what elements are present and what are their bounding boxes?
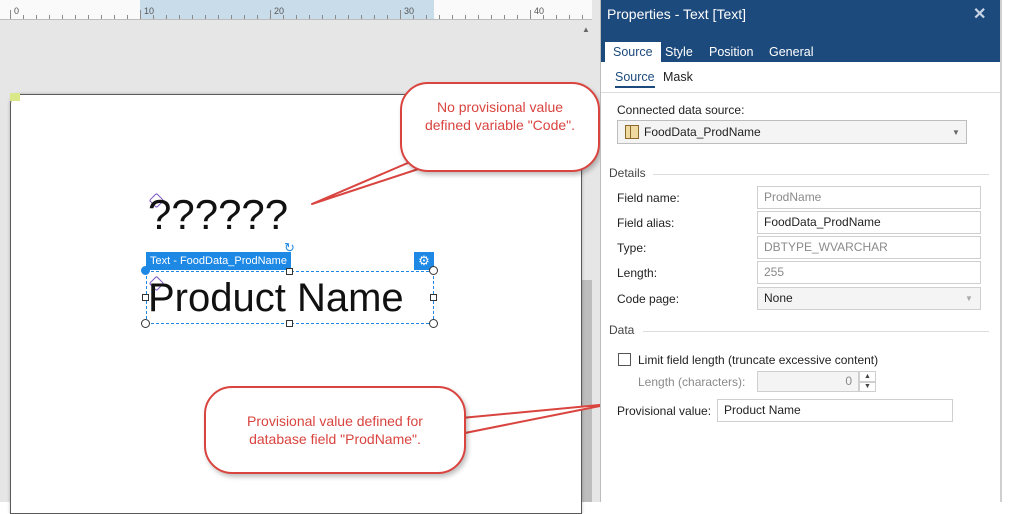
- connected-source-dropdown[interactable]: FoodData_ProdName: [617, 120, 967, 144]
- field-name-label: Field name:: [617, 191, 680, 205]
- tab-source[interactable]: Source: [605, 42, 661, 62]
- divider: [653, 174, 989, 175]
- length-characters-stepper[interactable]: 0: [757, 371, 859, 392]
- field-alias-label: Field alias:: [617, 216, 675, 230]
- code-page-dropdown[interactable]: None: [757, 287, 981, 310]
- type-field[interactable]: DBTYPE_WVARCHAR: [757, 236, 981, 259]
- type-label: Type:: [617, 241, 647, 255]
- field-alias-field[interactable]: FoodData_ProdName: [757, 211, 981, 234]
- properties-panel: Properties - Text [Text] ✕ Source Style …: [600, 0, 1001, 502]
- close-icon[interactable]: ✕: [973, 4, 986, 24]
- chevron-down-icon[interactable]: ▼: [952, 128, 960, 137]
- table-icon: [625, 125, 639, 139]
- panel-shadow-edge: [1000, 0, 1002, 502]
- background-margin: [1000, 0, 1030, 502]
- limit-length-checkbox[interactable]: [618, 353, 631, 366]
- field-name-field[interactable]: ProdName: [757, 186, 981, 209]
- callout-provisional-defined: Provisional value defined for database f…: [204, 386, 466, 474]
- provisional-value-label: Provisional value:: [617, 404, 712, 418]
- code-page-label: Code page:: [617, 292, 680, 306]
- provisional-value-field[interactable]: Product Name: [717, 399, 953, 422]
- subtab-source[interactable]: Source: [615, 70, 655, 88]
- subtab-divider: [601, 92, 1001, 93]
- panel-header: Properties - Text [Text] ✕ Source Style …: [601, 0, 1001, 62]
- divider: [643, 331, 989, 332]
- stepper-down-icon[interactable]: ▼: [859, 382, 876, 392]
- chevron-down-icon[interactable]: ▼: [965, 294, 973, 303]
- details-section-title: Details: [609, 166, 646, 180]
- length-characters-label: Length (characters):: [638, 375, 746, 389]
- connected-source-label: Connected data source:: [617, 103, 745, 117]
- stepper-up-icon[interactable]: ▲: [859, 371, 876, 382]
- callout-no-provisional: No provisional value defined variable "C…: [400, 82, 600, 172]
- tab-position[interactable]: Position: [701, 42, 761, 62]
- tab-general[interactable]: General: [761, 42, 821, 62]
- length-label: Length:: [617, 266, 658, 280]
- subtab-mask[interactable]: Mask: [663, 70, 693, 84]
- panel-title: Properties - Text [Text]: [607, 6, 747, 22]
- length-field[interactable]: 255: [757, 261, 981, 284]
- data-section-title: Data: [609, 323, 635, 337]
- limit-length-label: Limit field length (truncate excessive c…: [638, 353, 879, 367]
- tab-style[interactable]: Style: [657, 42, 701, 62]
